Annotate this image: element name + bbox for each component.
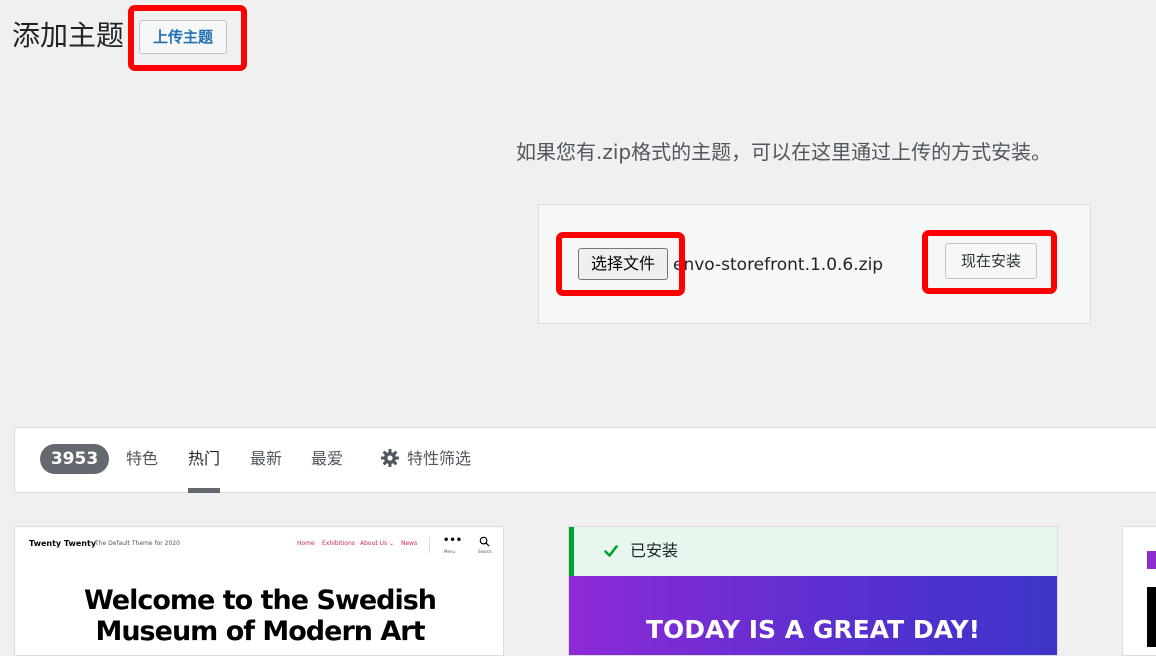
page-title: 添加主题 — [12, 19, 125, 52]
preview-divider — [429, 537, 430, 553]
theme-logo-icon — [1147, 551, 1156, 569]
search-icon — [479, 536, 490, 547]
preview-nav-exhibitions: Exhibitions — [322, 540, 355, 547]
tab-favorites[interactable]: 最爱 — [311, 446, 343, 472]
tab-latest[interactable]: 最新 — [250, 446, 282, 472]
install-now-button[interactable]: 现在安装 — [945, 243, 1037, 279]
gear-icon[interactable] — [380, 448, 400, 468]
preview-heading-line1: Welcome to the Swedish — [83, 585, 437, 616]
preview-tagline: The Default Theme for 2020 — [95, 540, 180, 547]
preview-heading: Welcome to the Swedish Museum of Modern … — [15, 585, 503, 647]
theme-card-installed[interactable]: 已安装 TODAY IS A GREAT DAY! — [568, 526, 1058, 656]
chosen-file-name: envo-storefront.1.0.6.zip — [673, 255, 884, 275]
tab-popular[interactable]: 热门 — [188, 446, 220, 472]
installed-notice: 已安装 — [569, 527, 1057, 576]
feature-filter-button[interactable]: 特性筛选 — [407, 446, 471, 472]
preview-heading: TODAY IS A GREAT DAY! — [645, 615, 981, 644]
upload-theme-button[interactable]: 上传主题 — [139, 20, 227, 54]
preview-nav-news: News — [401, 540, 418, 547]
checkmark-icon — [604, 545, 618, 557]
installed-label: 已安装 — [630, 541, 679, 560]
menu-dots-icon: ••• — [443, 535, 463, 546]
preview-site-title: Twenty Twenty — [29, 539, 97, 548]
preview-heading-line2: Museum of Modern Art — [95, 616, 425, 647]
active-tab-indicator — [188, 488, 220, 493]
theme-card-third[interactable] — [1122, 526, 1156, 656]
theme-card-twenty-twenty[interactable]: Twenty Twenty The Default Theme for 2020… — [14, 526, 504, 656]
preview-nav-home: Home — [297, 540, 315, 547]
tab-featured[interactable]: 特色 — [126, 446, 158, 472]
preview-search-label: Search — [478, 549, 492, 554]
preview-menu-label: Menu — [444, 549, 455, 554]
theme-filter-bar — [14, 427, 1156, 493]
choose-file-button[interactable]: 选择文件 — [578, 248, 668, 280]
theme-preview-image — [1147, 587, 1156, 647]
theme-count-badge: 3953 — [40, 444, 109, 474]
preview-nav-about: About Us ⌄ — [360, 540, 395, 547]
upload-description: 如果您有.zip格式的主题，可以在这里通过上传的方式安装。 — [516, 140, 1052, 164]
